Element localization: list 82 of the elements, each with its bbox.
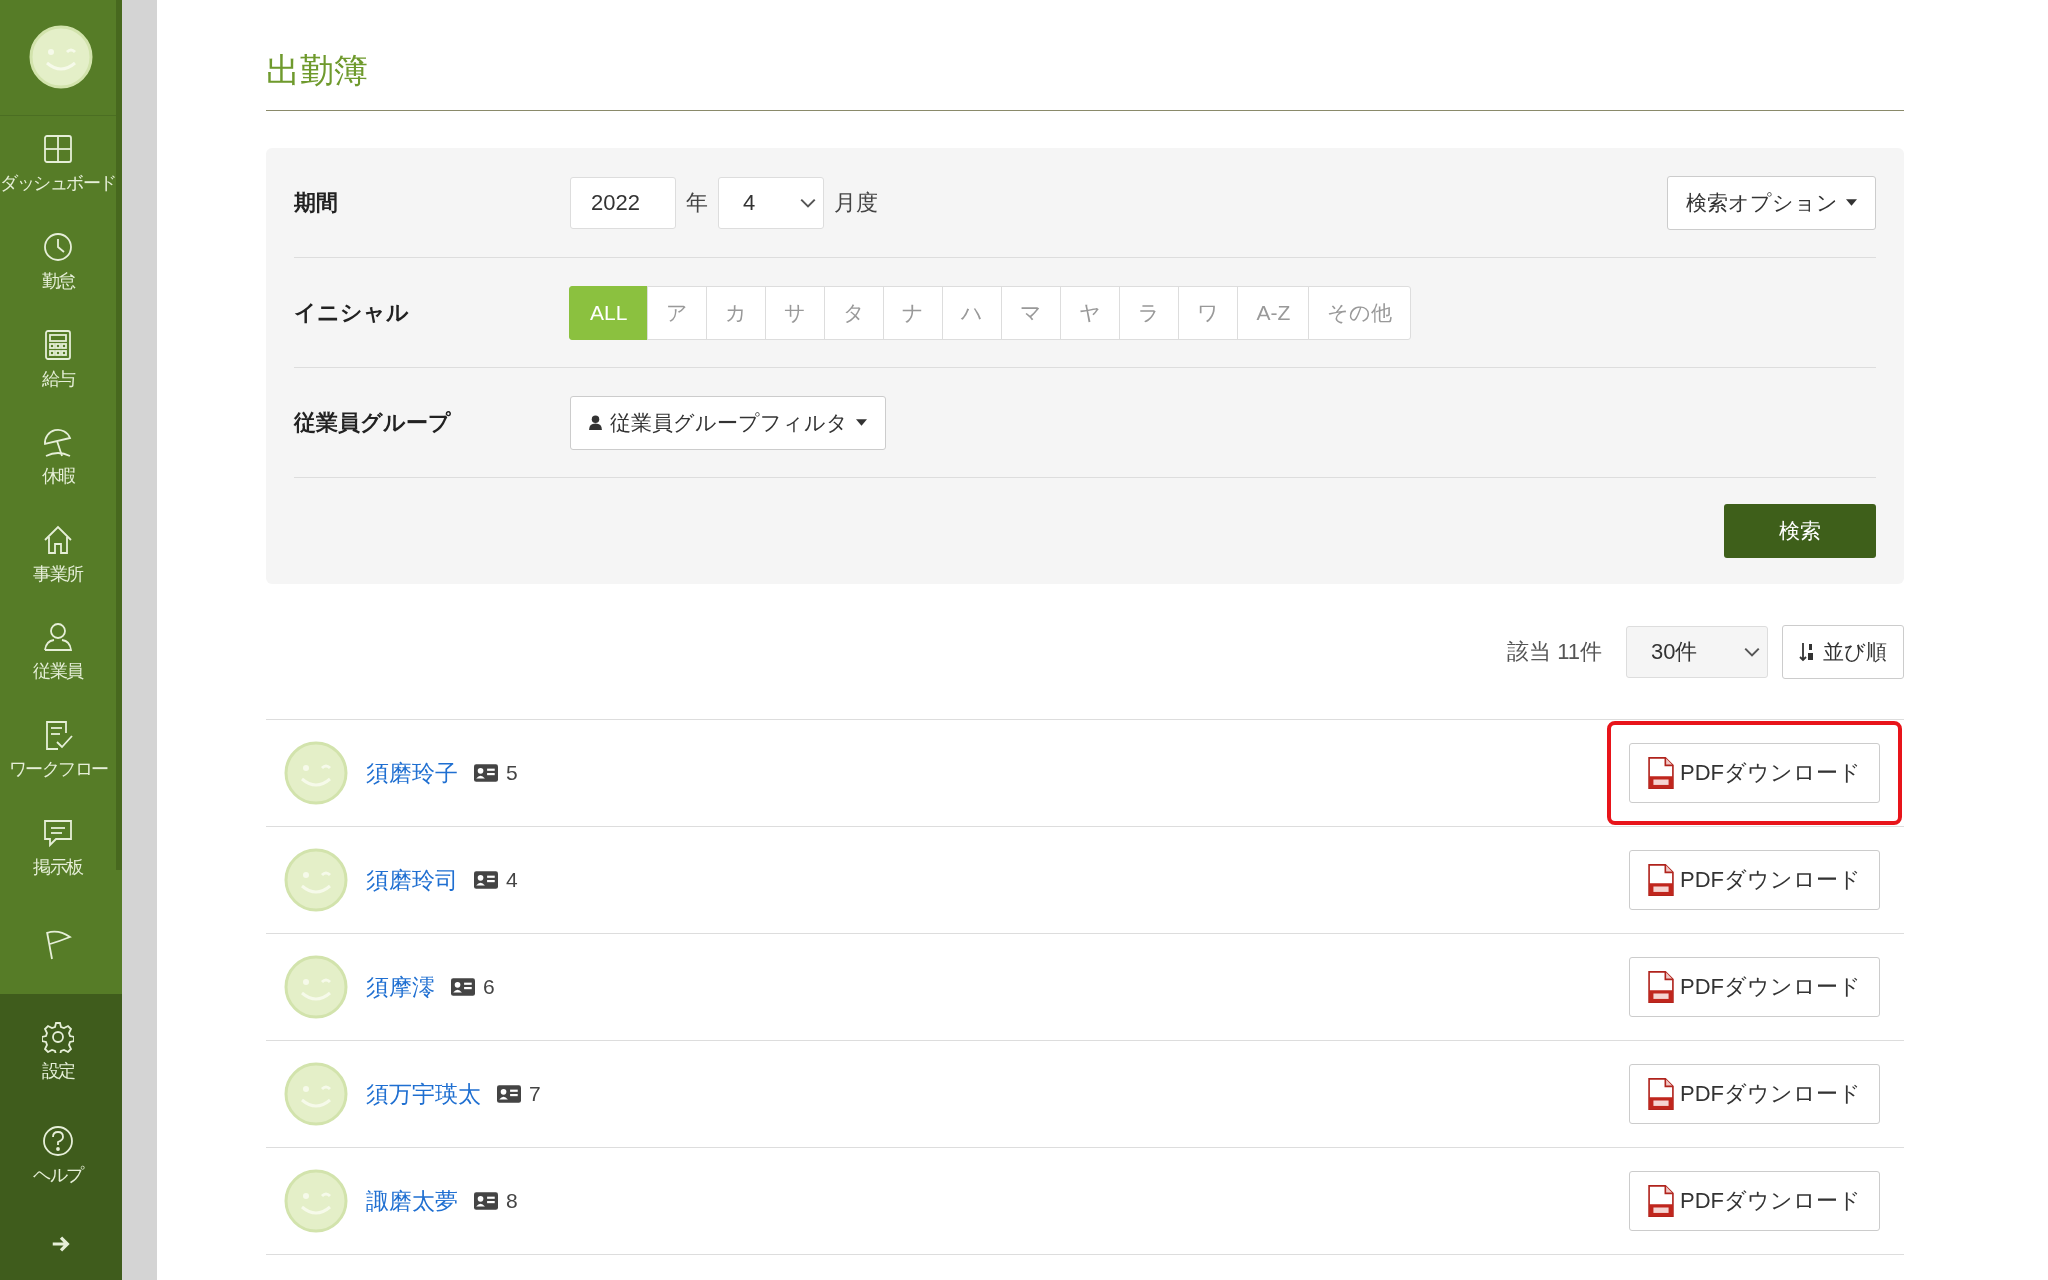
employee-avatar: [284, 741, 348, 805]
initial-filter-button[interactable]: サ: [765, 285, 826, 340]
pdf-download-button[interactable]: PDFダウンロード: [1629, 850, 1880, 910]
employee-name-link[interactable]: 須磨玲司: [366, 864, 458, 896]
id-card-icon: [474, 764, 498, 782]
initial-filter-button[interactable]: A-Z: [1237, 285, 1310, 340]
pdf-file-icon: [1648, 756, 1674, 790]
chevron-down-icon: [799, 196, 817, 209]
id-card-icon: [497, 1085, 521, 1103]
caret-icon: [856, 419, 867, 426]
chevron-down-icon: [1743, 646, 1761, 658]
id-card-icon: [474, 871, 498, 889]
employee-avatar: [284, 848, 348, 912]
employee-name-link[interactable]: 諏磨太夢: [366, 1185, 458, 1217]
pdf-download-button[interactable]: PDFダウンロード: [1629, 957, 1880, 1017]
pdf-download-button[interactable]: PDFダウンロード: [1629, 1064, 1880, 1124]
pdf-file-icon: [1648, 863, 1674, 897]
user-avatar: [29, 25, 93, 90]
group-filter-button[interactable]: 従業員グループフィルタ: [570, 395, 886, 450]
initial-filter-button[interactable]: ヤ: [1060, 285, 1121, 340]
nav-item[interactable]: ワークフロー: [8, 701, 114, 799]
person-icon: [42, 621, 74, 654]
initial-filter-button[interactable]: ア: [647, 285, 708, 340]
sort-button[interactable]: 並び順: [1782, 625, 1904, 679]
sort-icon: [1799, 642, 1815, 662]
id-card-icon: [474, 1192, 498, 1210]
employee-number: 6: [483, 975, 495, 999]
clock-icon: [42, 230, 74, 263]
initial-filter-button[interactable]: マ: [1001, 285, 1062, 340]
dashboard-icon: [42, 133, 74, 166]
nav-item[interactable]: 掲示板: [33, 798, 89, 897]
nav-item[interactable]: 従業員: [33, 603, 89, 702]
employee-avatar: [284, 955, 348, 1019]
settings-icon: [42, 1021, 74, 1053]
pdf-download-button[interactable]: PDFダウンロード: [1629, 1171, 1880, 1231]
nav-item[interactable]: 設定: [41, 1000, 81, 1104]
page-title: 出勤簿: [266, 48, 1904, 111]
pdf-download-button[interactable]: PDFダウンロード: [1629, 743, 1880, 803]
field-label: イニシャル: [294, 298, 410, 327]
employee-avatar: [284, 1062, 348, 1126]
employee-number: 4: [506, 868, 518, 892]
year-field[interactable]: 2022: [570, 176, 676, 229]
employee-number: 5: [506, 761, 518, 785]
initial-filter-button[interactable]: その他: [1308, 285, 1412, 340]
field-label: 期間: [294, 188, 339, 217]
result-count: 該当 11件: [1507, 638, 1602, 666]
caret-icon: [1846, 199, 1857, 206]
help-icon: [42, 1125, 74, 1157]
employee-number: 7: [529, 1082, 541, 1106]
search-button[interactable]: 検索: [1724, 504, 1876, 558]
employee-name-link[interactable]: 須万宇瑛太: [366, 1078, 481, 1110]
person-icon: [589, 415, 602, 430]
per-page-select[interactable]: 30件: [1626, 626, 1768, 678]
initial-filter-button[interactable]: ワ: [1178, 285, 1239, 340]
id-card-icon: [451, 978, 475, 996]
nav-item[interactable]: ヘルプ: [33, 1104, 89, 1208]
calculator-icon: [42, 328, 74, 361]
pdf-file-icon: [1648, 1184, 1674, 1218]
nav-item[interactable]: 休暇: [41, 408, 81, 506]
house-icon: [42, 523, 74, 556]
initial-filter-button[interactable]: ハ: [942, 285, 1003, 340]
search-options-button[interactable]: 検索オプション: [1667, 175, 1876, 230]
nav-item[interactable]: 事業所: [33, 505, 89, 604]
unit-label: 月度: [834, 188, 878, 217]
initial-filter-button[interactable]: タ: [824, 285, 885, 340]
pdf-file-icon: [1648, 1077, 1674, 1111]
unit-label: 年: [686, 188, 708, 217]
umbrella-icon: [42, 426, 74, 459]
employee-avatar: [284, 1169, 348, 1233]
nav-item[interactable]: 給与: [41, 310, 81, 409]
month-select[interactable]: 4: [718, 176, 824, 229]
initial-filter-button[interactable]: ナ: [883, 285, 944, 340]
field-label: 従業員グループ: [294, 408, 452, 437]
nav-item[interactable]: ダッシュボード: [0, 115, 122, 214]
nav-item[interactable]: 勤怠: [41, 213, 81, 311]
pdf-file-icon: [1648, 970, 1674, 1004]
initial-filter-button[interactable]: カ: [706, 285, 767, 340]
employee-name-link[interactable]: 須磨玲子: [366, 757, 458, 789]
employee-name-link[interactable]: 須摩澪: [366, 971, 435, 1003]
initial-filter-button[interactable]: ALL: [569, 285, 649, 340]
employee-number: 8: [506, 1189, 518, 1213]
initial-filter-button[interactable]: ラ: [1119, 285, 1180, 340]
